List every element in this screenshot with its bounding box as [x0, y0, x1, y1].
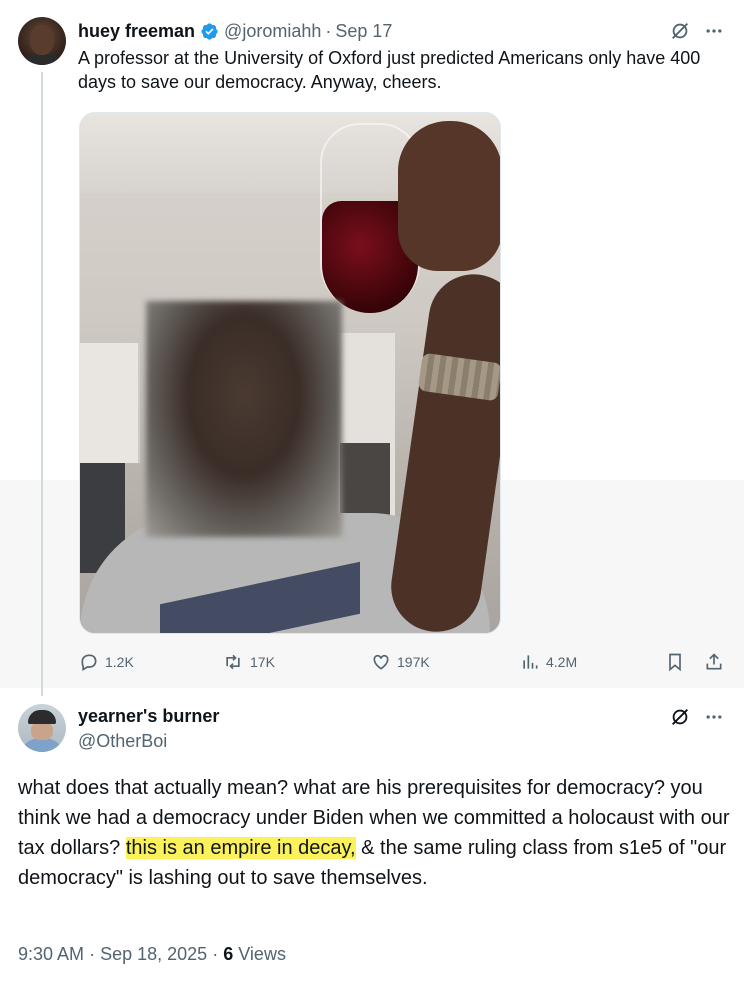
meta-separator: · [89, 944, 96, 964]
post-meta: 9:30 AM · Sep 18, 2025 · 6 Views [18, 944, 286, 965]
views-label: Views [238, 944, 286, 964]
bookmark-button[interactable] [665, 650, 685, 674]
post-date[interactable]: Sep 17 [335, 21, 392, 42]
reply-button[interactable]: 1.2K [79, 650, 134, 674]
retweet-count: 17K [250, 654, 275, 670]
display-name[interactable]: huey freeman [78, 21, 195, 42]
avatar-face [30, 25, 54, 55]
avatar[interactable] [18, 17, 66, 65]
avatar-cap [28, 710, 56, 724]
more-icon[interactable] [702, 20, 726, 42]
like-count: 197K [397, 654, 430, 670]
retweet-button[interactable]: 17K [222, 650, 275, 674]
photo-door [340, 443, 390, 523]
avatar-shirt [24, 738, 60, 752]
post-full-date[interactable]: Sep 18, 2025 [100, 944, 207, 964]
photo-blurred-face [146, 301, 342, 537]
bookmark-icon [665, 652, 685, 672]
meta-separator: · [212, 944, 219, 964]
share-button[interactable] [704, 650, 724, 674]
photo-hand [398, 121, 500, 271]
heart-icon [371, 652, 391, 672]
verified-badge-icon [200, 22, 219, 41]
retweet-icon [222, 652, 244, 672]
separator: · [325, 20, 332, 41]
reply-icon [79, 652, 99, 672]
more-icon[interactable] [702, 706, 726, 728]
share-icon [704, 652, 724, 672]
handle[interactable]: @joromiahh [224, 21, 321, 42]
views-number: 6 [223, 944, 234, 964]
thread-connector-line [41, 72, 43, 696]
reply-display-name[interactable]: yearner's burner [78, 706, 219, 727]
reply-count: 1.2K [105, 654, 134, 670]
reply-handle[interactable]: @OtherBoi [78, 731, 167, 752]
views-button[interactable]: 4.2M [520, 650, 577, 674]
views-icon [520, 652, 540, 672]
grok-icon[interactable] [669, 20, 691, 42]
photo-arm [385, 268, 500, 633]
avatar-face [31, 722, 53, 740]
highlighted-text: this is an empire in decay, [125, 837, 356, 859]
tweet-photo[interactable] [79, 112, 501, 634]
views-count: 4.2M [546, 654, 578, 670]
photo-cabinet [80, 343, 140, 463]
tweet-text: A professor at the University of Oxford … [78, 48, 701, 92]
tweet-header: huey freeman @joromiahh · Sep 17 [78, 20, 392, 42]
reply-avatar[interactable] [18, 704, 66, 752]
grok-icon[interactable] [669, 706, 691, 728]
post-time[interactable]: 9:30 AM [18, 944, 84, 964]
reply-text: what does that actually mean? what are h… [18, 773, 734, 893]
like-button[interactable]: 197K [371, 650, 430, 674]
